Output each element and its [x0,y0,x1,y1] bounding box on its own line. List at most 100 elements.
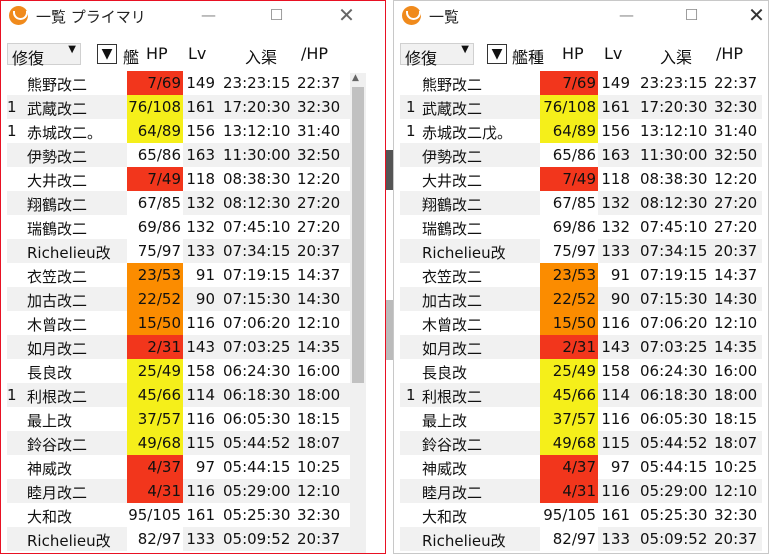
ship-row[interactable]: 衣笠改二 23/53 91 07:19:15 14:37 [7,263,350,287]
ship-row[interactable]: 翔鶴改二 67/85 132 08:12:30 27:20 [7,191,350,215]
hp-cell-white: 95/105 [540,503,598,527]
level-value: 116 [601,314,630,332]
level-value: 158 [186,362,215,380]
ship-row[interactable]: 熊野改二 7/69 149 23:23:15 22:37 [7,71,350,95]
ship-row[interactable]: 鈴谷改二 49/68 115 05:44:52 18:07 [7,431,350,455]
level-value: 132 [186,194,215,212]
ship-row[interactable]: 如月改二 2/31 143 07:03:25 14:35 [7,335,350,359]
close-button[interactable]: ✕ [324,1,369,31]
column-header-ship[interactable]: 艦 [123,44,139,68]
column-header-cond[interactable]: /HP [716,44,743,63]
sort-direction-button[interactable]: ▼ [97,44,117,64]
title-bar[interactable]: 一覧 — ☐ ✕ [394,1,768,31]
recovery-time: 18:00 [714,386,758,404]
background-window-strip [386,150,393,190]
ship-row[interactable]: 1 赤城改二戊。 64/89 156 13:12:10 31:40 [400,119,762,143]
ship-row[interactable]: 神威改 4/37 97 05:44:15 10:25 [400,455,762,479]
repair-time: 06:05:30 [640,410,708,428]
ship-row[interactable]: 大井改二 7/49 118 08:38:30 12:20 [7,167,350,191]
level-value: 118 [601,170,630,188]
column-header-hp[interactable]: HP [562,44,584,63]
ship-row[interactable]: Richelieu改 82/97 133 05:09:52 20:37 [400,527,762,551]
toolbar: 修復 ▼ ▼ 艦種 HP Lv 入渠 /HP [394,41,768,68]
ship-row[interactable]: 1 赤城改二。 64/89 156 13:12:10 31:40 [7,119,350,143]
ship-row[interactable]: 長良改 25/49 158 06:24:30 16:00 [7,359,350,383]
level-value: 115 [601,434,630,452]
ship-row[interactable]: 伊勢改二 65/86 163 11:30:00 32:50 [400,143,762,167]
level-value: 149 [601,74,630,92]
ship-row[interactable]: 伊勢改二 65/86 163 11:30:00 32:50 [7,143,350,167]
ship-row[interactable]: Richelieu改 75/97 133 07:34:15 20:37 [7,239,350,263]
ship-name: Richelieu改 [27,532,111,550]
fleet-number: 1 [406,386,416,404]
column-header-cond[interactable]: /HP [301,44,328,63]
ship-name: 伊勢改二 [422,148,483,166]
ship-row[interactable]: 神威改 4/37 97 05:44:15 10:25 [7,455,350,479]
level-value: 156 [601,122,630,140]
ship-row[interactable]: 長良改 25/49 158 06:24:30 16:00 [400,359,762,383]
ship-name: 木曾改二 [422,316,483,334]
repair-time: 05:29:00 [640,482,708,500]
scroll-up-icon[interactable]: ▲ [352,73,359,83]
ship-row[interactable]: 1 武蔵改二 76/108 161 17:20:30 32:30 [7,95,350,119]
close-button[interactable]: ✕ [734,1,768,31]
ship-row[interactable]: 木曾改二 15/50 116 07:06:20 12:10 [400,311,762,335]
recovery-time: 12:10 [297,482,341,500]
hp-cell-white: 95/105 [127,503,183,527]
ship-row[interactable]: 鈴谷改二 49/68 115 05:44:52 18:07 [400,431,762,455]
ship-name: 如月改二 [422,340,483,358]
column-header-lv[interactable]: Lv [188,44,206,63]
vertical-scrollbar[interactable]: ▲ [350,73,366,553]
ship-row[interactable]: 大和改 95/105 161 05:25:30 32:30 [7,503,350,527]
ship-row[interactable]: 1 武蔵改二 76/108 161 17:20:30 32:30 [400,95,762,119]
sort-select[interactable]: 修復 ▼ [400,43,474,68]
ship-row[interactable]: 最上改 37/57 116 06:05:30 18:15 [7,407,350,431]
recovery-time: 32:30 [297,506,341,524]
chevron-down-icon: ▼ [68,44,76,55]
minimize-button[interactable]: — [604,1,649,31]
sort-direction-button[interactable]: ▼ [487,44,507,64]
hp-cell-white: 65/86 [540,143,598,167]
hp-cell-yellow: 64/89 [540,119,598,143]
ship-row[interactable]: 如月改二 2/31 143 07:03:25 14:35 [400,335,762,359]
column-header-lv[interactable]: Lv [604,44,622,63]
title-bar[interactable]: 一覧 プライマリ — ☐ ✕ [1,1,385,31]
ship-row[interactable]: 加古改二 22/52 90 07:15:30 14:30 [400,287,762,311]
ship-row[interactable]: 最上改 37/57 116 06:05:30 18:15 [400,407,762,431]
ship-row[interactable]: 1 利根改二 45/66 114 06:18:30 18:00 [400,383,762,407]
column-header-repair[interactable]: 入渠 [245,44,277,68]
ship-row[interactable]: 睦月改二 4/31 116 05:29:00 12:10 [7,479,350,503]
level-value: 118 [186,170,215,188]
maximize-button[interactable]: ☐ [669,1,714,31]
level-value: 97 [195,458,215,476]
minimize-button[interactable]: — [186,1,231,31]
ship-name: 加古改二 [27,292,88,310]
ship-row[interactable]: 加古改二 22/52 90 07:15:30 14:30 [7,287,350,311]
ship-row[interactable]: 熊野改二 7/69 149 23:23:15 22:37 [400,71,762,95]
ship-row[interactable]: 瑞鶴改二 69/86 132 07:45:10 27:20 [7,215,350,239]
hp-cell-white: 75/97 [540,239,598,263]
level-value: 132 [186,218,215,236]
ship-row[interactable]: 翔鶴改二 67/85 132 08:12:30 27:20 [400,191,762,215]
column-header-hp[interactable]: HP [146,44,168,63]
recovery-time: 12:20 [714,170,758,188]
ship-row[interactable]: 睦月改二 4/31 116 05:29:00 12:10 [400,479,762,503]
hp-cell-white: 65/86 [127,143,183,167]
repair-time: 07:45:10 [640,218,708,236]
ship-row[interactable]: 衣笠改二 23/53 91 07:19:15 14:37 [400,263,762,287]
ship-row[interactable]: 木曾改二 15/50 116 07:06:20 12:10 [7,311,350,335]
level-value: 116 [601,482,630,500]
ship-row[interactable]: 1 利根改二 45/66 114 06:18:30 18:00 [7,383,350,407]
sort-select[interactable]: 修復 ▼ [7,43,81,68]
ship-row[interactable]: Richelieu改 75/97 133 07:34:15 20:37 [400,239,762,263]
ship-name: 加古改二 [422,292,483,310]
ship-row[interactable]: 大井改二 7/49 118 08:38:30 12:20 [400,167,762,191]
recovery-time: 18:15 [297,410,341,428]
ship-row[interactable]: Richelieu改 82/97 133 05:09:52 20:37 [7,527,350,551]
column-header-ship[interactable]: 艦種 [512,44,544,68]
ship-row[interactable]: 大和改 95/105 161 05:25:30 32:30 [400,503,762,527]
column-header-repair[interactable]: 入渠 [660,44,692,68]
scrollbar-thumb[interactable] [352,87,364,383]
ship-row[interactable]: 瑞鶴改二 69/86 132 07:45:10 27:20 [400,215,762,239]
maximize-button[interactable]: ☐ [254,1,299,31]
